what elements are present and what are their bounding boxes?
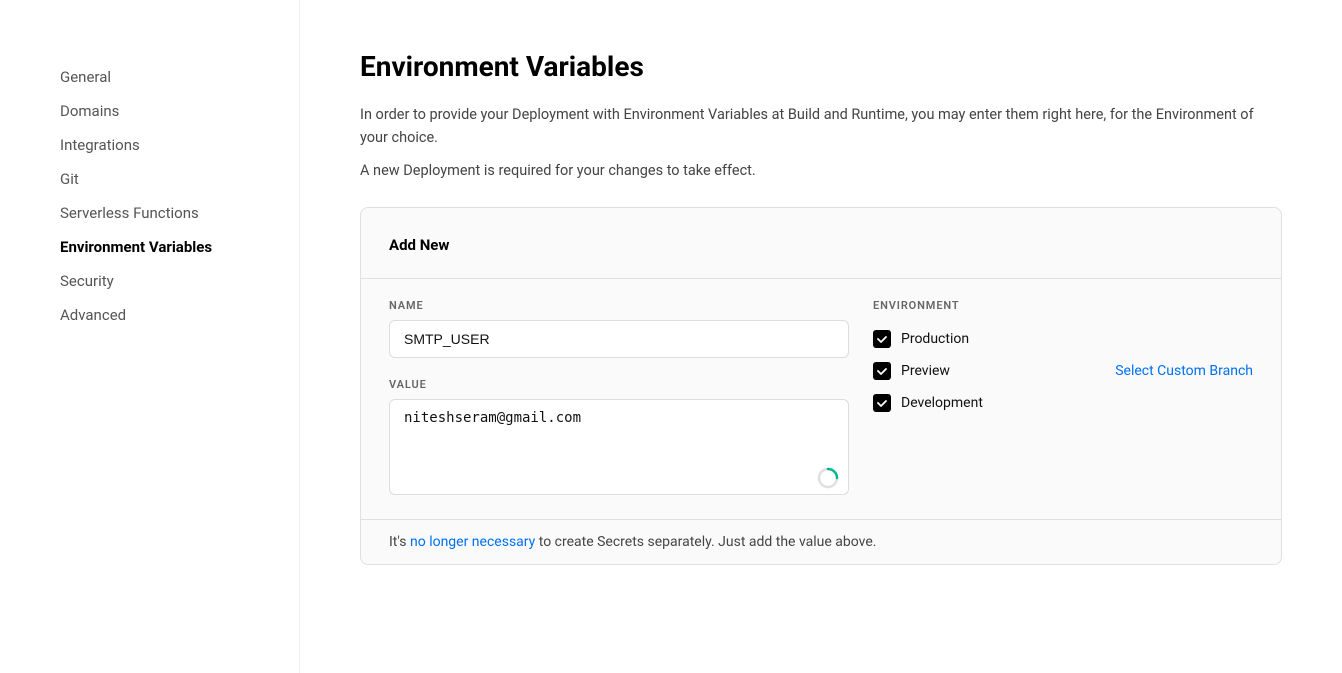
production-checkbox[interactable] xyxy=(873,330,891,348)
sidebar-item-security[interactable]: Security xyxy=(60,264,259,298)
name-field-group: NAME xyxy=(389,299,849,358)
select-custom-branch-link[interactable]: Select Custom Branch xyxy=(1115,363,1253,379)
preview-label: Preview xyxy=(901,363,950,379)
sidebar-item-env-vars[interactable]: Environment Variables xyxy=(60,230,259,264)
env-option-preview: Preview Select Custom Branch xyxy=(873,356,1253,386)
form-left: NAME VALUE niteshseram@gmail.com xyxy=(389,299,849,499)
value-label: VALUE xyxy=(389,378,849,391)
env-label: ENVIRONMENT xyxy=(873,299,1253,312)
sidebar-item-serverless-functions[interactable]: Serverless Functions xyxy=(60,196,259,230)
sidebar-item-advanced[interactable]: Advanced xyxy=(60,298,259,332)
description-text: In order to provide your Deployment with… xyxy=(360,103,1282,149)
environment-section: ENVIRONMENT Production xyxy=(873,299,1253,499)
production-label: Production xyxy=(901,331,969,347)
form-row: NAME VALUE niteshseram@gmail.com xyxy=(389,299,1253,499)
page-title: Environment Variables xyxy=(360,50,1282,83)
sidebar-item-integrations[interactable]: Integrations xyxy=(60,128,259,162)
name-input[interactable] xyxy=(389,320,849,358)
no-longer-necessary-link[interactable]: no longer necessary xyxy=(410,534,535,550)
info-text-before: It's xyxy=(389,534,410,550)
name-label: NAME xyxy=(389,299,849,312)
sidebar-item-domains[interactable]: Domains xyxy=(60,94,259,128)
preview-checkbox[interactable] xyxy=(873,362,891,380)
info-bar: It's no longer necessary to create Secre… xyxy=(361,519,1281,564)
main-content: Environment Variables In order to provid… xyxy=(300,0,1342,673)
value-field-group: VALUE niteshseram@gmail.com xyxy=(389,378,849,499)
development-label: Development xyxy=(901,395,983,411)
note-text: A new Deployment is required for your ch… xyxy=(360,159,1282,182)
sidebar-item-general[interactable]: General xyxy=(60,60,259,94)
env-options-list: Production Preview xyxy=(873,324,1253,418)
env-option-development: Development xyxy=(873,388,1253,418)
value-input[interactable]: niteshseram@gmail.com xyxy=(389,399,849,495)
env-option-development-left: Development xyxy=(873,394,983,412)
env-option-production: Production xyxy=(873,324,1253,354)
loading-spinner xyxy=(817,467,839,489)
add-new-card: Add New NAME VALUE niteshseram@gmail.com xyxy=(360,207,1282,565)
info-text-after: to create Secrets separately. Just add t… xyxy=(535,534,876,550)
card-divider xyxy=(361,278,1281,279)
development-checkbox[interactable] xyxy=(873,394,891,412)
card-title: Add New xyxy=(389,236,1253,254)
env-option-preview-left: Preview xyxy=(873,362,950,380)
sidebar-item-git[interactable]: Git xyxy=(60,162,259,196)
sidebar: General Domains Integrations Git Serverl… xyxy=(0,0,300,673)
env-option-production-left: Production xyxy=(873,330,969,348)
textarea-wrapper: niteshseram@gmail.com xyxy=(389,399,849,499)
